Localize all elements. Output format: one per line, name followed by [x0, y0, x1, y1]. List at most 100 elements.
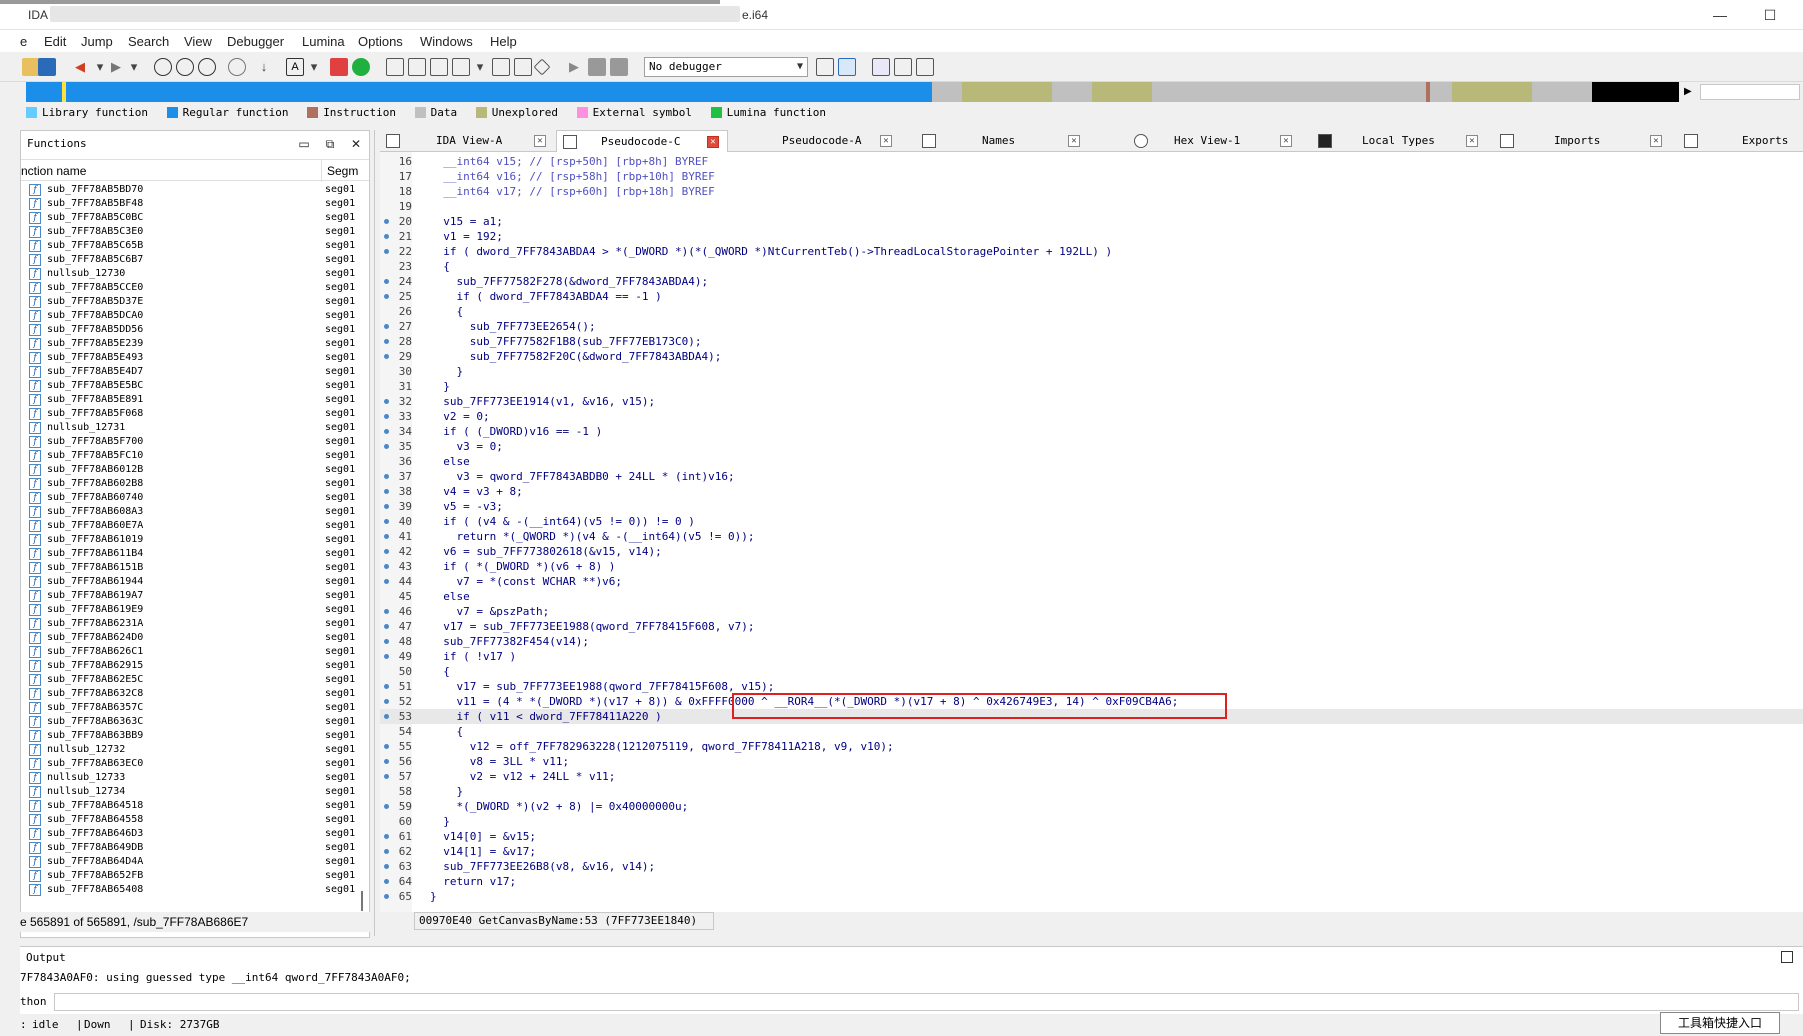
tab-names[interactable]: Names ✕ — [916, 130, 1092, 152]
function-row[interactable]: f sub_7FF78AB652FB seg01 — [21, 869, 369, 883]
function-row[interactable]: f sub_7FF78AB5F068 seg01 — [21, 407, 369, 421]
menu-windows[interactable]: Windows — [420, 34, 473, 49]
function-row[interactable]: f sub_7FF78AB62915 seg01 — [21, 659, 369, 673]
list-blue-icon[interactable] — [916, 58, 934, 76]
function-row[interactable]: f sub_7FF78AB611B4 seg01 — [21, 547, 369, 561]
function-row[interactable]: f sub_7FF78AB6012B seg01 — [21, 463, 369, 477]
close-icon[interactable]: ✕ — [534, 135, 546, 147]
close-icon[interactable]: ✕ — [1068, 135, 1080, 147]
menu-view[interactable]: View — [184, 34, 212, 49]
code-line[interactable]: 17 __int64 v16; // [rsp+58h] [rbp+10h] B… — [380, 169, 1803, 184]
breakpoint-icon[interactable] — [330, 58, 348, 76]
tab-imports[interactable]: Imports ✕ — [1494, 130, 1670, 152]
proximity-view-icon[interactable] — [176, 58, 194, 76]
list-red-icon[interactable] — [894, 58, 912, 76]
function-row[interactable]: f sub_7FF78AB649DB seg01 — [21, 841, 369, 855]
code-line[interactable]: 27 sub_7FF773EE2654(); — [380, 319, 1803, 334]
function-row[interactable]: f sub_7FF78AB5C65B seg01 — [21, 239, 369, 253]
breakpoint-dot-icon[interactable] — [384, 414, 389, 419]
copy-icon[interactable] — [386, 58, 404, 76]
code-line[interactable]: 21 v1 = 192; — [380, 229, 1803, 244]
functions-scrollbar[interactable] — [361, 891, 363, 911]
breakpoint-dot-icon[interactable] — [384, 444, 389, 449]
tab-ida-view-a[interactable]: IDA View-A ✕ — [380, 130, 556, 152]
diamond-icon[interactable] — [533, 58, 551, 76]
breakpoint-dot-icon[interactable] — [384, 804, 389, 809]
code-line[interactable]: 24 sub_7FF77582F278(&dword_7FF7843ABDA4)… — [380, 274, 1803, 289]
script-language-button[interactable]: thon — [20, 993, 54, 1011]
start-debug-icon[interactable]: ▶ — [564, 57, 584, 77]
jump-down-icon[interactable]: ↓ — [254, 57, 274, 77]
breakpoint-dot-icon[interactable] — [384, 774, 389, 779]
function-row[interactable]: f sub_7FF78AB5CCE0 seg01 — [21, 281, 369, 295]
grid-icon[interactable] — [452, 58, 470, 76]
code-line[interactable]: 46 v7 = &pszPath; — [380, 604, 1803, 619]
breakpoint-dot-icon[interactable] — [384, 879, 389, 884]
maximize-button[interactable]: ☐ — [1750, 4, 1790, 26]
list-icon[interactable] — [430, 58, 448, 76]
code-line[interactable]: 40 if ( (v4 & -(__int64)(v5 != 0)) != 0 … — [380, 514, 1803, 529]
function-row[interactable]: f nullsub_12734 seg01 — [21, 785, 369, 799]
function-row[interactable]: f sub_7FF78AB63BB9 seg01 — [21, 729, 369, 743]
code-line[interactable]: 33 v2 = 0; — [380, 409, 1803, 424]
breakpoint-dot-icon[interactable] — [384, 339, 389, 344]
run-icon[interactable] — [352, 58, 370, 76]
zoom-icon[interactable] — [228, 58, 246, 76]
close-icon[interactable]: ✕ — [707, 136, 719, 148]
function-row[interactable]: f sub_7FF78AB619E9 seg01 — [21, 603, 369, 617]
code-line[interactable]: 19 — [380, 199, 1803, 214]
graph-view-icon[interactable] — [154, 58, 172, 76]
stop-icon[interactable] — [492, 58, 510, 76]
function-row[interactable]: f sub_7FF78AB65408 seg01 — [21, 883, 369, 897]
code-line[interactable]: 61 v14[0] = &v15; — [380, 829, 1803, 844]
breakpoint-dot-icon[interactable] — [384, 864, 389, 869]
function-row[interactable]: f sub_7FF78AB6231A seg01 — [21, 617, 369, 631]
debug-option-active-icon[interactable] — [838, 58, 856, 76]
breakpoint-dot-icon[interactable] — [384, 699, 389, 704]
function-row[interactable]: f nullsub_12733 seg01 — [21, 771, 369, 785]
breakpoint-dot-icon[interactable] — [384, 474, 389, 479]
breakpoint-dot-icon[interactable] — [384, 579, 389, 584]
menu-lumina[interactable]: Lumina — [302, 34, 345, 49]
function-row[interactable]: f sub_7FF78AB64518 seg01 — [21, 799, 369, 813]
text-format-icon[interactable]: A — [286, 58, 304, 76]
breakpoint-dot-icon[interactable] — [384, 324, 389, 329]
code-line[interactable]: 18 __int64 v17; // [rsp+60h] [rbp+18h] B… — [380, 184, 1803, 199]
ime-toolbox-tip[interactable]: 工具箱快捷入口 — [1660, 1012, 1780, 1034]
function-row[interactable]: f sub_7FF78AB5C6B7 seg01 — [21, 253, 369, 267]
function-row[interactable]: f sub_7FF78AB624D0 seg01 — [21, 631, 369, 645]
menu-debugger[interactable]: Debugger — [227, 34, 284, 49]
breakpoint-dot-icon[interactable] — [384, 564, 389, 569]
window-layout-icon[interactable] — [872, 58, 890, 76]
tab-local-types[interactable]: Local Types ✕ — [1312, 130, 1488, 152]
code-line[interactable]: 20 v15 = a1; — [380, 214, 1803, 229]
function-row[interactable]: f sub_7FF78AB5C3E0 seg01 — [21, 225, 369, 239]
command-input[interactable] — [54, 993, 1799, 1011]
breakpoint-dot-icon[interactable] — [384, 744, 389, 749]
code-line[interactable]: 59 *(_DWORD *)(v2 + 8) |= 0x40000000u; — [380, 799, 1803, 814]
menu-options[interactable]: Options — [358, 34, 403, 49]
function-row[interactable]: f sub_7FF78AB5DCA0 seg01 — [21, 309, 369, 323]
breakpoint-dot-icon[interactable] — [384, 894, 389, 899]
breakpoint-dot-icon[interactable] — [384, 429, 389, 434]
dropdown-arrow-icon[interactable]: ▾ — [304, 57, 324, 77]
back-icon[interactable]: ◀ — [70, 57, 90, 77]
function-row[interactable]: f sub_7FF78AB5E4D7 seg01 — [21, 365, 369, 379]
column-function-name[interactable]: nction name — [21, 164, 86, 178]
code-line[interactable]: 38 v4 = v3 + 8; — [380, 484, 1803, 499]
nav-right-arrow-icon[interactable]: ▶ — [1684, 82, 1694, 102]
function-row[interactable]: f nullsub_12732 seg01 — [21, 743, 369, 757]
code-line[interactable]: 16 __int64 v15; // [rsp+50h] [rbp+8h] BY… — [380, 154, 1803, 169]
close-icon[interactable]: ✕ — [1466, 135, 1478, 147]
breakpoint-dot-icon[interactable] — [384, 849, 389, 854]
script-icon[interactable] — [514, 58, 532, 76]
breakpoint-dot-icon[interactable] — [384, 504, 389, 509]
code-line[interactable]: 31 } — [380, 379, 1803, 394]
code-line[interactable]: 57 v2 = v12 + 24LL * v11; — [380, 769, 1803, 784]
dropdown-arrow-icon[interactable]: ▾ — [124, 57, 144, 77]
function-row[interactable]: f sub_7FF78AB5E239 seg01 — [21, 337, 369, 351]
function-row[interactable]: f sub_7FF78AB626C1 seg01 — [21, 645, 369, 659]
code-line[interactable]: 35 v3 = 0; — [380, 439, 1803, 454]
debug-option-icon[interactable] — [816, 58, 834, 76]
breakpoint-dot-icon[interactable] — [384, 519, 389, 524]
